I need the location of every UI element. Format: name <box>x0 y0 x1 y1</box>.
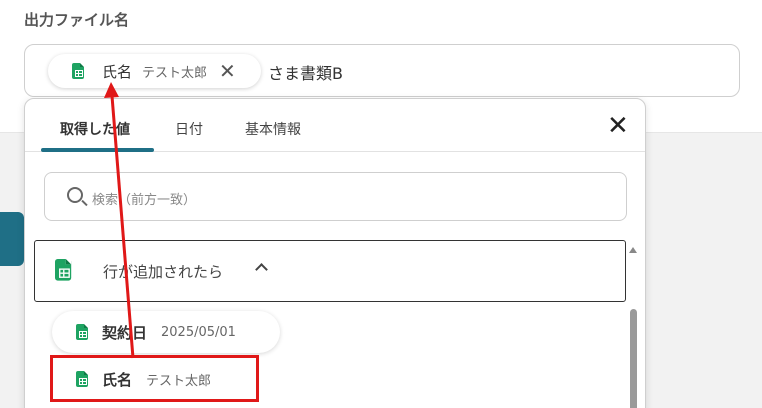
filename-suffix-text: さま書類B <box>268 64 343 83</box>
search-input[interactable]: 検索（前方一致） <box>44 172 627 221</box>
search-placeholder: 検索（前方一致） <box>92 193 197 208</box>
spreadsheet-icon <box>72 63 84 79</box>
scrollbar-thumb[interactable] <box>630 309 637 408</box>
active-tab-indicator <box>41 148 154 152</box>
chip-remove-icon[interactable]: ✕ <box>219 61 236 81</box>
tab-bar: 取得した値 日付 基本情報 <box>25 99 645 152</box>
close-icon[interactable]: ✕ <box>607 113 629 139</box>
spreadsheet-icon <box>76 324 88 340</box>
tab-date[interactable]: 日付 <box>175 119 203 139</box>
tab-basic-info[interactable]: 基本情報 <box>245 119 301 139</box>
group-label: 行が追加されたら <box>103 263 224 281</box>
search-icon <box>67 187 83 203</box>
trigger-group-header[interactable]: 行が追加されたら <box>34 240 626 302</box>
field-label: 出力ファイル名 <box>24 11 130 29</box>
item-name: 契約日 <box>102 323 148 342</box>
tab-acquired-values[interactable]: 取得した値 <box>60 119 130 139</box>
item-value: 2025/05/01 <box>161 324 236 340</box>
spreadsheet-icon <box>55 259 72 281</box>
scroll-up-arrow[interactable] <box>629 247 637 253</box>
highlight-box <box>50 355 259 402</box>
list-item[interactable]: 契約日 2025/05/01 <box>52 311 280 353</box>
side-button[interactable] <box>0 212 24 266</box>
variable-chip[interactable]: 氏名 テスト太郎 ✕ <box>48 54 261 88</box>
chevron-up-icon[interactable] <box>255 263 268 276</box>
chip-name: 氏名 <box>102 62 133 81</box>
chip-value: テスト太郎 <box>142 65 208 81</box>
